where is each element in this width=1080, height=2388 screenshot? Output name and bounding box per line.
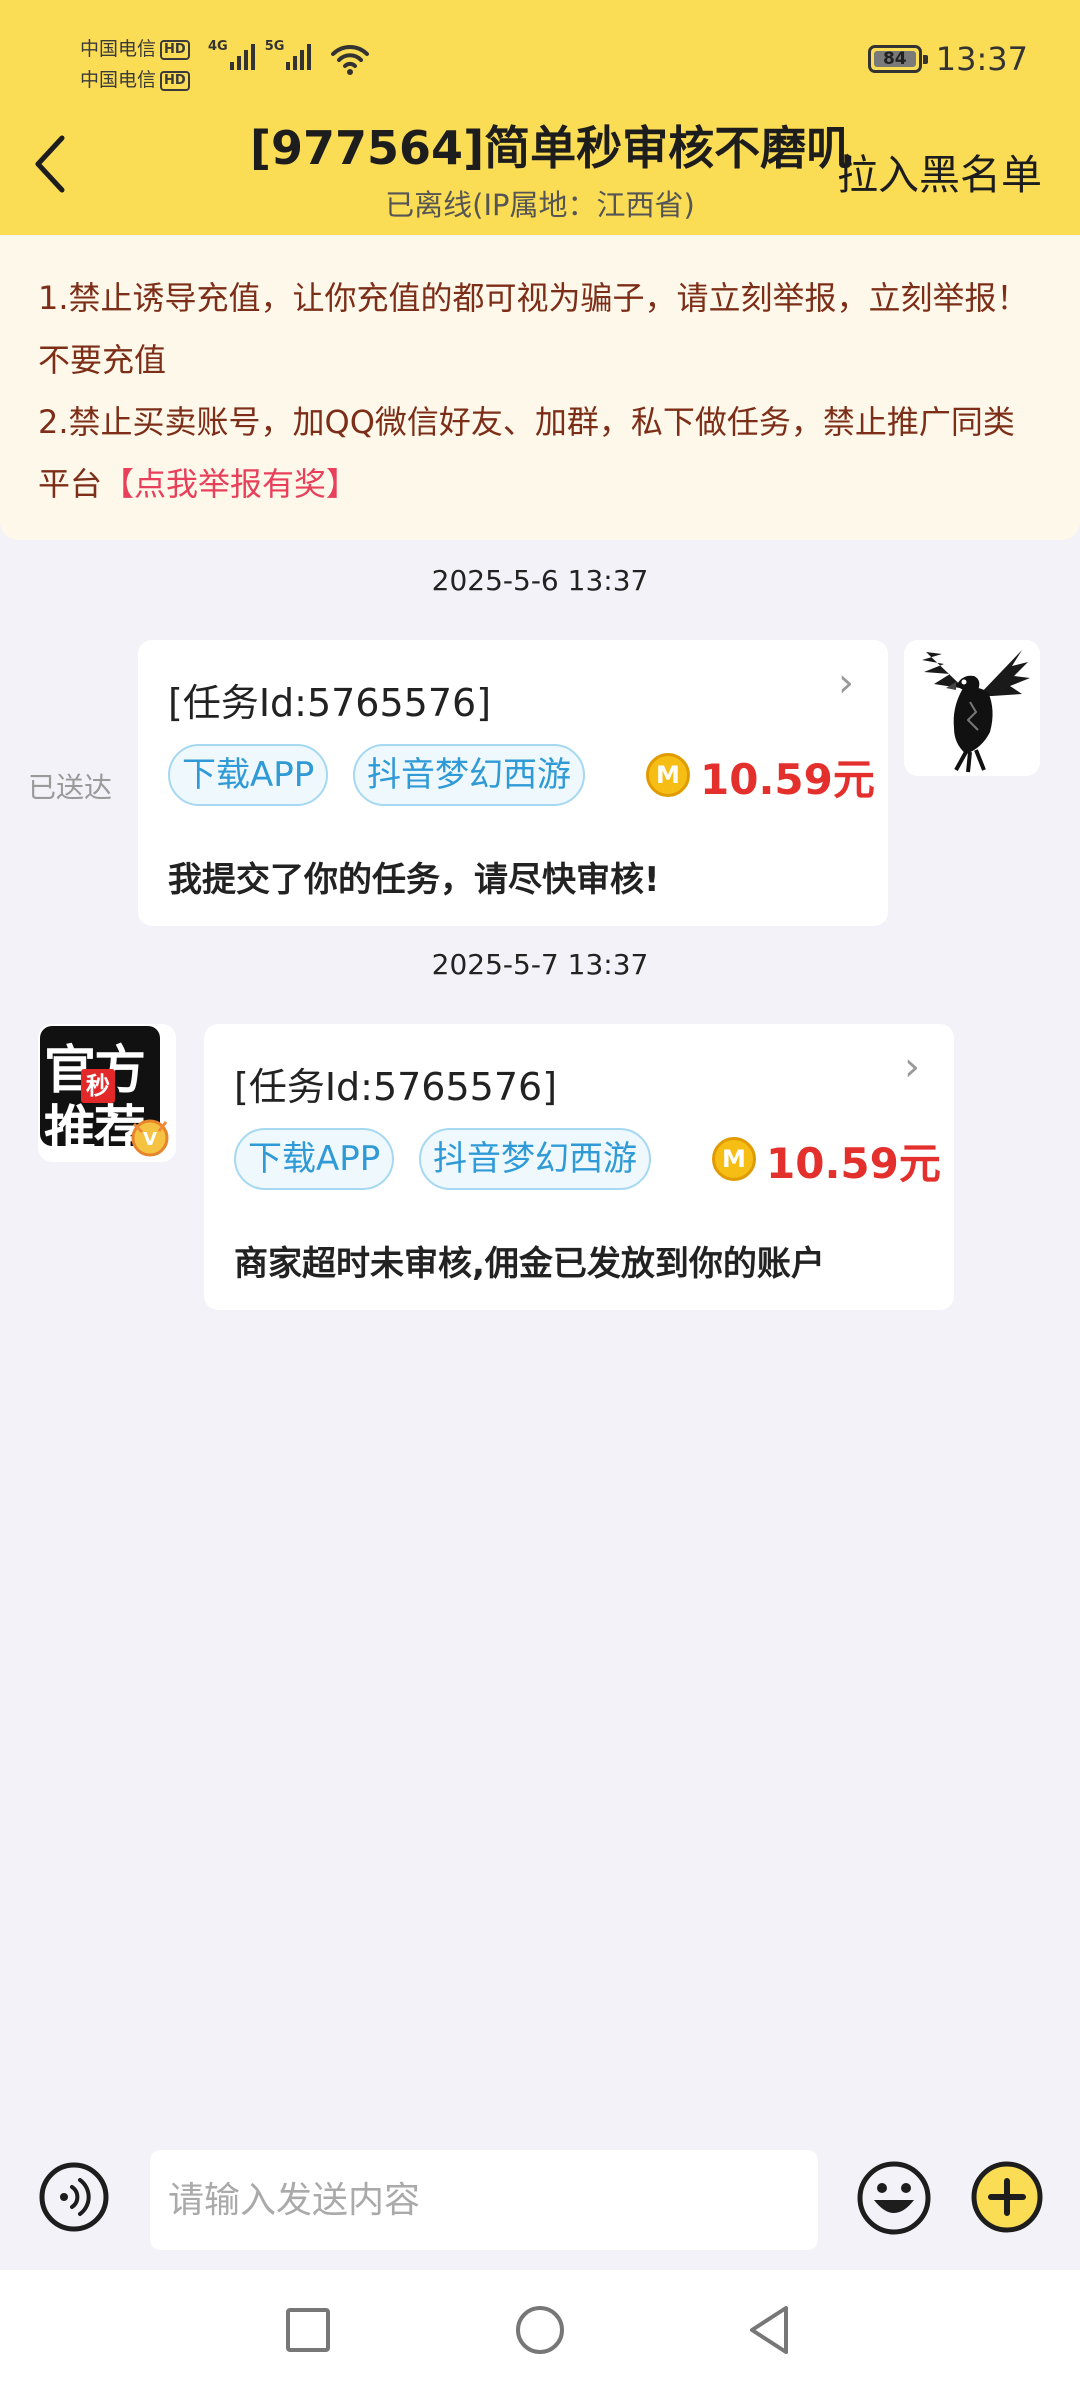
recents-square-icon[interactable] — [278, 2300, 338, 2360]
task-tag: 下载APP — [234, 1128, 395, 1190]
chevron-right-icon[interactable]: › — [904, 1044, 920, 1090]
voice-icon[interactable] — [38, 2161, 110, 2233]
hd-badge-1: HD — [160, 39, 190, 60]
task-tag: 抖音梦幻西游 — [419, 1128, 651, 1190]
carrier-label-1: 中国电信 — [80, 38, 157, 60]
blacklist-button[interactable]: 拉入黑名单 — [837, 141, 1042, 201]
task-message-bubble[interactable]: [任务Id:5765576] › 下载APP 抖音梦幻西游 M 10.59元 我… — [138, 640, 888, 926]
wifi-icon — [331, 44, 369, 75]
message-text: 商家超时未审核,佣金已发放到你的账户 — [234, 1244, 825, 1284]
avatar-badge: 秒 — [81, 1069, 115, 1103]
task-id-label: [任务Id:5765576] — [234, 1065, 558, 1109]
task-tag: 下载APP — [168, 744, 329, 806]
back-triangle-icon[interactable] — [740, 2300, 800, 2360]
carrier-info: 中国电信 HD 中国电信 HD — [80, 34, 190, 96]
emoji-icon[interactable] — [856, 2160, 932, 2236]
vip-badge-letter: V — [143, 1129, 157, 1150]
coin-icon: M — [712, 1137, 756, 1181]
notice-line-2: 2.禁止买卖账号，加QQ微信好友、加群，私下做任务，禁止推广同类平台【点我举报有… — [38, 391, 1042, 515]
network-type-2: 5G — [264, 39, 285, 54]
network-type-1: 4G — [208, 39, 228, 54]
task-id-label: [任务Id:5765576] — [168, 681, 492, 725]
battery-level: 84 — [882, 49, 907, 69]
coin-letter: M — [722, 1145, 746, 1173]
eagle-avatar[interactable] — [904, 640, 1040, 776]
hd-badge-2: HD — [160, 70, 190, 91]
report-link[interactable]: 【点我举报有奖】 — [102, 465, 358, 503]
coin-letter: M — [656, 761, 680, 789]
signal-icon: 4G 5G — [208, 39, 312, 70]
carrier-label-2: 中国电信 — [80, 69, 157, 91]
status-time: 13:37 — [935, 40, 1028, 78]
coin-icon: M — [646, 753, 690, 797]
page-title: [977564]简单秒审核不磨叽 — [250, 121, 853, 175]
eagle-icon — [904, 640, 1040, 776]
task-message-bubble[interactable]: [任务Id:5765576] › 下载APP 抖音梦幻西游 M 10.59元 商… — [204, 1024, 954, 1310]
message-text: 我提交了你的任务，请尽快审核! — [168, 860, 660, 900]
system-nav-bar — [0, 2270, 1080, 2388]
task-tag: 抖音梦幻西游 — [353, 744, 585, 806]
app-header: 中国电信 HD 中国电信 HD 4G 5G 84 13:37 [977564]简单秒… — [0, 0, 1080, 235]
delivery-status: 已送达 — [28, 771, 113, 804]
plus-icon[interactable] — [970, 2160, 1044, 2234]
message-timestamp: 2025-5-6 13:37 — [431, 564, 649, 597]
reward-amount: 10.59元 — [766, 1139, 941, 1188]
vip-badge-icon: V — [131, 1119, 169, 1157]
reward-amount: 10.59元 — [700, 755, 875, 804]
home-circle-icon[interactable] — [510, 2300, 570, 2360]
message-timestamp: 2025-5-7 13:37 — [431, 948, 649, 981]
notice-line-1: 1.禁止诱导充值，让你充值的都可视为骗子，请立刻举报，立刻举报！不要充值 — [38, 279, 1029, 379]
message-input[interactable] — [150, 2150, 818, 2250]
warning-notice: 1.禁止诱导充值，让你充值的都可视为骗子，请立刻举报，立刻举报！不要充值 2.禁… — [0, 236, 1080, 540]
official-avatar[interactable]: 官方 推荐 秒 V — [38, 1024, 176, 1162]
chevron-right-icon[interactable]: › — [838, 660, 854, 706]
battery-icon: 84 — [867, 45, 928, 73]
